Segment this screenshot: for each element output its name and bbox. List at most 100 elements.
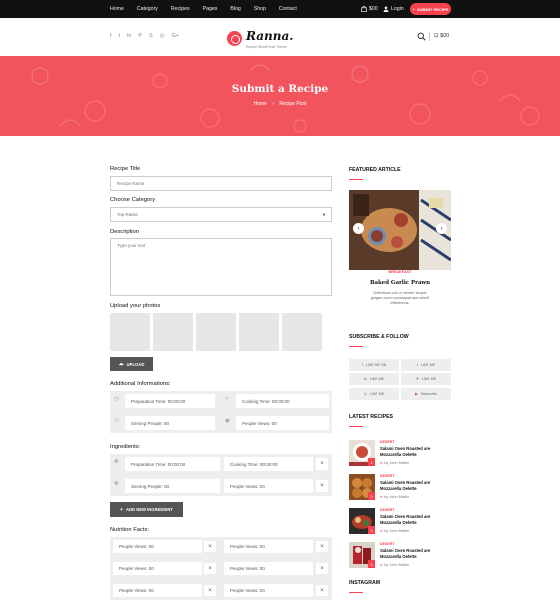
social-links: f t in P S ◎ G+ bbox=[110, 33, 179, 39]
photo-slot[interactable] bbox=[196, 313, 236, 351]
login-link[interactable]: Login bbox=[383, 0, 404, 18]
prep-time-field[interactable]: Preparation Time: 00:00:00 bbox=[125, 394, 215, 408]
featured-excerpt: Definitions not or veneer simple gelgan … bbox=[370, 291, 430, 306]
remove-icon[interactable]: × bbox=[316, 458, 328, 470]
nutrition-field[interactable]: People Views: 00 bbox=[113, 540, 202, 553]
nav-recipes[interactable]: Recipes bbox=[171, 6, 190, 12]
move-icon[interactable]: ✥ bbox=[114, 481, 119, 487]
ingredient-serving-field[interactable]: Serving People: 00 bbox=[125, 479, 220, 493]
breadcrumb-home[interactable]: Home bbox=[254, 101, 267, 107]
cooking-time-field[interactable]: Cooking Time: 00:00:00 bbox=[236, 394, 329, 408]
top-cart-amount: $00 bbox=[369, 6, 378, 12]
recipe-title[interactable]: Salami Oven Roasted are Mozzarella Oelet… bbox=[380, 548, 450, 559]
photo-slot[interactable] bbox=[239, 313, 279, 351]
nutrition-field[interactable]: People Views: 00 bbox=[113, 562, 202, 575]
nav-contact[interactable]: Contact bbox=[279, 6, 297, 12]
recipe-title-label: Recipe Title bbox=[110, 166, 141, 172]
breadcrumb-current: Recipe Post bbox=[279, 101, 307, 107]
recipe-category[interactable]: DESERT bbox=[380, 474, 395, 478]
facebook-follow-button[interactable]: f LIKE ME ON bbox=[349, 359, 399, 371]
site-logo[interactable]: Ranna. Recipe WordPress Theme bbox=[227, 27, 293, 49]
nutrition-field[interactable]: People Views: 00 bbox=[224, 540, 313, 553]
nutrition-field[interactable]: People Views: 00 bbox=[224, 584, 313, 597]
user-icon bbox=[383, 6, 389, 12]
nav-blog[interactable]: Blog bbox=[230, 6, 240, 12]
recipe-title[interactable]: Salami Oven Roasted are Mozzarella Oelet… bbox=[380, 514, 450, 525]
carousel-next-icon[interactable]: › bbox=[436, 223, 447, 234]
top-cart[interactable]: $00 bbox=[361, 0, 378, 18]
featured-title[interactable]: Baked Garlic Prawn bbox=[349, 280, 451, 286]
nutrition-field[interactable]: People Views: 00 bbox=[224, 562, 313, 575]
photo-slot[interactable] bbox=[153, 313, 193, 351]
youtube-icon: ▶ bbox=[415, 392, 418, 396]
recipe-title-input[interactable]: Recipe Name bbox=[110, 176, 332, 191]
recipe-author-name[interactable]: by John Martin bbox=[384, 529, 409, 533]
photo-slot[interactable] bbox=[110, 313, 150, 351]
category-select[interactable]: Top Rated ▼ bbox=[110, 207, 332, 222]
cloud-upload-icon: ☁ bbox=[118, 361, 124, 367]
eye-icon: ◉ bbox=[225, 418, 230, 424]
serving-people-field[interactable]: Serving People: 00 bbox=[125, 416, 215, 430]
remove-icon[interactable]: × bbox=[316, 563, 328, 574]
nav-pages[interactable]: Pages bbox=[203, 6, 218, 12]
ingredient-prep-field[interactable]: Preparation Time: 00:00:00 bbox=[125, 457, 220, 471]
nutrition-label: Nutrition Facts: bbox=[110, 527, 149, 533]
featured-category[interactable]: BREAKFAST bbox=[349, 270, 451, 274]
move-icon[interactable]: ✥ bbox=[114, 459, 119, 465]
twitter-follow-button[interactable]: t LIKE ME bbox=[401, 359, 451, 371]
rss-icon[interactable]: ◎ bbox=[160, 33, 165, 39]
search-icon[interactable] bbox=[417, 32, 426, 41]
ingredient-views-field[interactable]: People Views: 00 bbox=[224, 479, 313, 493]
recipe-author: ● by John Martin bbox=[380, 495, 409, 499]
remove-icon[interactable]: × bbox=[204, 563, 216, 574]
remove-icon[interactable]: × bbox=[204, 541, 216, 552]
google-plus-icon[interactable]: G+ bbox=[172, 33, 180, 39]
page-title: Submit a Recipe bbox=[231, 83, 329, 95]
skype-icon[interactable]: S bbox=[149, 33, 153, 39]
youtube-subscribe-button[interactable]: ▶ Subscribe bbox=[401, 388, 451, 400]
pinterest-icon[interactable]: P bbox=[138, 33, 142, 39]
header-cart-amount: $00 bbox=[440, 33, 450, 39]
recipe-author-name[interactable]: by John Martin bbox=[384, 495, 409, 499]
food-pattern-background bbox=[31, 64, 540, 133]
remove-icon[interactable]: × bbox=[204, 585, 216, 596]
ingredient-cook-field[interactable]: Cooking Time: 00:00:00 bbox=[224, 457, 313, 471]
recipe-category[interactable]: DESERT bbox=[380, 440, 395, 444]
recipe-title[interactable]: Salami Oven Roasted are Mozzarella Oelet… bbox=[380, 446, 450, 457]
recipe-title[interactable]: Salami Oven Roasted are Mozzarella Oelet… bbox=[380, 480, 450, 491]
header-cart[interactable]: ⊡ $00 bbox=[434, 33, 449, 39]
heading-underline bbox=[349, 426, 363, 427]
linkedin-follow-button[interactable]: in LIKE ME bbox=[349, 373, 399, 385]
nav-category[interactable]: Category bbox=[137, 6, 158, 12]
remove-icon[interactable]: × bbox=[316, 541, 328, 552]
instagram-follow-button[interactable]: ◎ LIKE ME bbox=[349, 388, 399, 400]
featured-image[interactable]: ‹ › bbox=[349, 190, 451, 270]
photo-slot[interactable] bbox=[282, 313, 322, 351]
cart-icon: ⊡ bbox=[434, 33, 439, 39]
recipe-category[interactable]: DESERT bbox=[380, 508, 395, 512]
remove-icon[interactable]: × bbox=[316, 585, 328, 596]
recipe-category[interactable]: DESERT bbox=[380, 542, 395, 546]
caret-down-icon: ▼ bbox=[322, 212, 326, 217]
recipe-rank-badge: 3 bbox=[368, 526, 375, 534]
nav-shop[interactable]: Shop bbox=[254, 6, 266, 12]
carousel-prev-icon[interactable]: ‹ bbox=[353, 223, 364, 234]
recipe-author-name[interactable]: by John Martin bbox=[384, 461, 409, 465]
nutrition-field[interactable]: People Views: 00 bbox=[113, 584, 202, 597]
ingredients-label: Ingredients: bbox=[110, 444, 141, 450]
recipe-author-name[interactable]: by John Martin bbox=[384, 563, 409, 567]
follow-label: Subscribe bbox=[420, 392, 437, 396]
add-ingredient-button[interactable]: + ADD NEW INGREDIENT bbox=[110, 502, 183, 517]
facebook-icon[interactable]: f bbox=[110, 33, 112, 39]
upload-button[interactable]: ☁ UPLOAD bbox=[110, 357, 153, 371]
people-views-field[interactable]: People Views: 00 bbox=[236, 416, 329, 430]
clock-icon: ◷ bbox=[114, 396, 119, 402]
bag-icon bbox=[361, 6, 367, 12]
nav-home[interactable]: Home bbox=[110, 6, 124, 12]
linkedin-icon[interactable]: in bbox=[127, 33, 131, 39]
remove-icon[interactable]: × bbox=[316, 480, 328, 492]
submit-recipe-button[interactable]: + SUBMIT RECIPE bbox=[410, 3, 451, 15]
twitter-icon[interactable]: t bbox=[119, 33, 121, 39]
description-textarea[interactable]: Type your text bbox=[110, 238, 332, 296]
dribbble-follow-button[interactable]: ✣ LIKE ME bbox=[401, 373, 451, 385]
